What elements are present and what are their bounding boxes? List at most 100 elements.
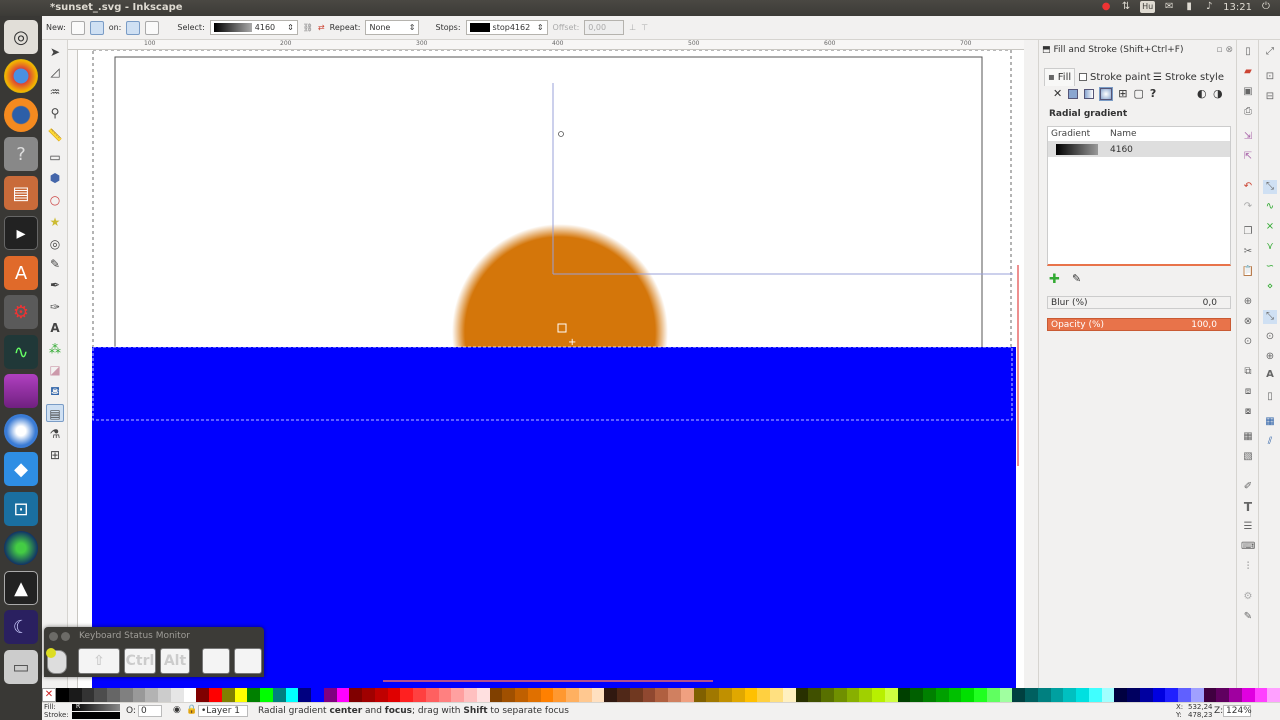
drawing-canvas[interactable]: + <box>78 50 1024 688</box>
palette-swatch[interactable] <box>1267 688 1280 702</box>
globe-icon[interactable] <box>4 531 38 565</box>
snap-intersections-icon[interactable]: ⨯ <box>1263 220 1277 234</box>
palette-swatch[interactable] <box>221 688 235 702</box>
palette-swatch[interactable] <box>833 688 847 702</box>
palette-swatch[interactable] <box>719 688 732 702</box>
pencil-tool-icon[interactable]: ✎ <box>46 255 64 273</box>
palette-swatch[interactable] <box>1114 688 1127 702</box>
transfer-icon[interactable]: ⇅ <box>1120 1 1132 13</box>
import-icon[interactable]: ⇲ <box>1241 130 1255 144</box>
help-icon[interactable]: ? <box>4 137 38 171</box>
new-linear-button[interactable] <box>70 20 85 35</box>
palette-swatch[interactable] <box>1025 688 1038 702</box>
add-gradient-icon[interactable]: ✚ <box>1049 272 1060 287</box>
palette-swatch[interactable] <box>693 688 707 702</box>
palette-swatch[interactable] <box>158 688 171 702</box>
pen-tool-icon[interactable]: ✒ <box>46 276 64 294</box>
palette-swatch[interactable] <box>846 688 860 702</box>
dock-restore-icon[interactable]: ▫ <box>1216 45 1222 55</box>
zoom-selection-icon[interactable]: ⊕ <box>1241 295 1255 309</box>
paint-none-icon[interactable]: ✕ <box>1053 87 1062 100</box>
layers-icon[interactable]: ☰ <box>1241 520 1255 534</box>
palette-swatch[interactable] <box>591 688 605 702</box>
palette-swatch[interactable] <box>974 688 987 702</box>
window-minimize-icon[interactable] <box>61 632 70 641</box>
spray-tool-icon[interactable]: ⁂ <box>46 340 64 358</box>
snap-paths-icon[interactable]: ∿ <box>1263 200 1277 214</box>
paint-flat-icon[interactable] <box>1068 88 1079 99</box>
tab-stroke-style[interactable]: ☰ Stroke style <box>1153 68 1224 86</box>
display-icon[interactable] <box>4 374 38 408</box>
palette-swatch[interactable] <box>897 688 911 702</box>
palette-swatch[interactable] <box>540 688 554 702</box>
snap-bbox-icon[interactable]: ⊡ <box>1263 70 1277 84</box>
palette-swatch[interactable] <box>515 688 528 702</box>
palette-swatch[interactable] <box>272 688 286 702</box>
snap-page-icon[interactable]: ▯ <box>1263 390 1277 404</box>
palette-swatch[interactable] <box>68 688 82 702</box>
stroke-indicator[interactable] <box>72 712 120 719</box>
palette-swatch[interactable] <box>1178 688 1191 702</box>
palette-swatch[interactable] <box>553 688 566 702</box>
palette-swatch[interactable] <box>884 688 898 702</box>
palette-swatch[interactable] <box>1241 688 1255 702</box>
document-properties-icon[interactable]: ✎ <box>1241 610 1255 624</box>
palette-swatch[interactable] <box>872 688 885 702</box>
palette-swatch[interactable] <box>655 688 668 702</box>
palette-swatch[interactable] <box>859 688 872 702</box>
link-icon[interactable]: ⛓ <box>303 23 313 32</box>
firefox-icon[interactable] <box>4 98 38 132</box>
layer-selector[interactable]: •Layer 1 <box>198 705 248 717</box>
vertical-ruler[interactable] <box>68 50 78 688</box>
edit-gradient-icon[interactable]: ✎ <box>1072 272 1081 285</box>
snap-midpoints-icon[interactable]: ⋄ <box>1263 280 1277 294</box>
canvas-artwork[interactable]: + <box>78 50 1024 688</box>
window-close-icon[interactable] <box>49 632 58 641</box>
battery-icon[interactable]: ▮ <box>1183 1 1195 13</box>
software-center-icon[interactable]: A <box>4 256 38 290</box>
export-icon[interactable]: ⇱ <box>1241 150 1255 164</box>
text-font-icon[interactable]: T <box>1241 500 1255 514</box>
star-tool-icon[interactable]: ★ <box>46 213 64 231</box>
snap-guide-icon[interactable]: ⫽ <box>1263 435 1277 449</box>
palette-swatch[interactable] <box>107 688 120 702</box>
tweak-tool-icon[interactable]: ♒ <box>46 83 64 101</box>
palette-swatch[interactable] <box>808 688 821 702</box>
dropbox-icon[interactable]: ◆ <box>4 452 38 486</box>
palette-swatch[interactable] <box>285 688 299 702</box>
save-icon[interactable]: ▣ <box>1241 85 1255 99</box>
lock-icon[interactable]: 🔒 <box>186 705 197 715</box>
palette-swatch[interactable] <box>731 688 745 702</box>
column-gradient[interactable]: Gradient <box>1048 129 1108 139</box>
blur-control[interactable]: Blur (%) 0,0 <box>1047 296 1231 309</box>
palette-swatch[interactable] <box>413 688 426 702</box>
gradient-radius-handle[interactable] <box>558 131 564 137</box>
3d-box-tool-icon[interactable]: ⬢ <box>46 169 64 187</box>
palette-swatch[interactable] <box>1165 688 1178 702</box>
palette-swatch[interactable] <box>56 688 69 702</box>
palette-swatch[interactable] <box>94 688 107 702</box>
palette-swatch[interactable] <box>145 688 158 702</box>
fill-rule-nonzero-icon[interactable]: ◑ <box>1213 87 1223 100</box>
undo-icon[interactable]: ↶ <box>1241 180 1255 194</box>
redo-icon[interactable]: ↷ <box>1241 200 1255 214</box>
palette-swatch[interactable] <box>336 688 350 702</box>
palette-swatch[interactable] <box>1190 688 1204 702</box>
settings-icon[interactable]: ⚙ <box>4 295 38 329</box>
palette-swatch[interactable] <box>680 688 694 702</box>
paint-pattern-icon[interactable]: ▢ <box>1133 87 1143 100</box>
palette-swatch[interactable] <box>1088 688 1102 702</box>
opacity-control[interactable]: Opacity (%) 100,0 <box>1047 318 1231 331</box>
palette-swatch[interactable] <box>527 688 541 702</box>
palette-swatch[interactable] <box>617 688 630 702</box>
palette-swatch[interactable] <box>578 688 592 702</box>
new-radial-button[interactable] <box>89 20 104 35</box>
eraser-tool-icon[interactable]: ◪ <box>46 361 64 379</box>
palette-swatch[interactable] <box>1101 688 1115 702</box>
volume-icon[interactable]: ♪ <box>1203 1 1215 13</box>
palette-swatch[interactable] <box>1127 688 1140 702</box>
paint-unset-icon[interactable]: ? <box>1150 87 1156 100</box>
palette-swatch[interactable] <box>311 688 324 702</box>
snap-nodes-icon[interactable]: ⤡ <box>1263 180 1277 194</box>
selector-tool-icon[interactable]: ➤ <box>46 43 64 61</box>
